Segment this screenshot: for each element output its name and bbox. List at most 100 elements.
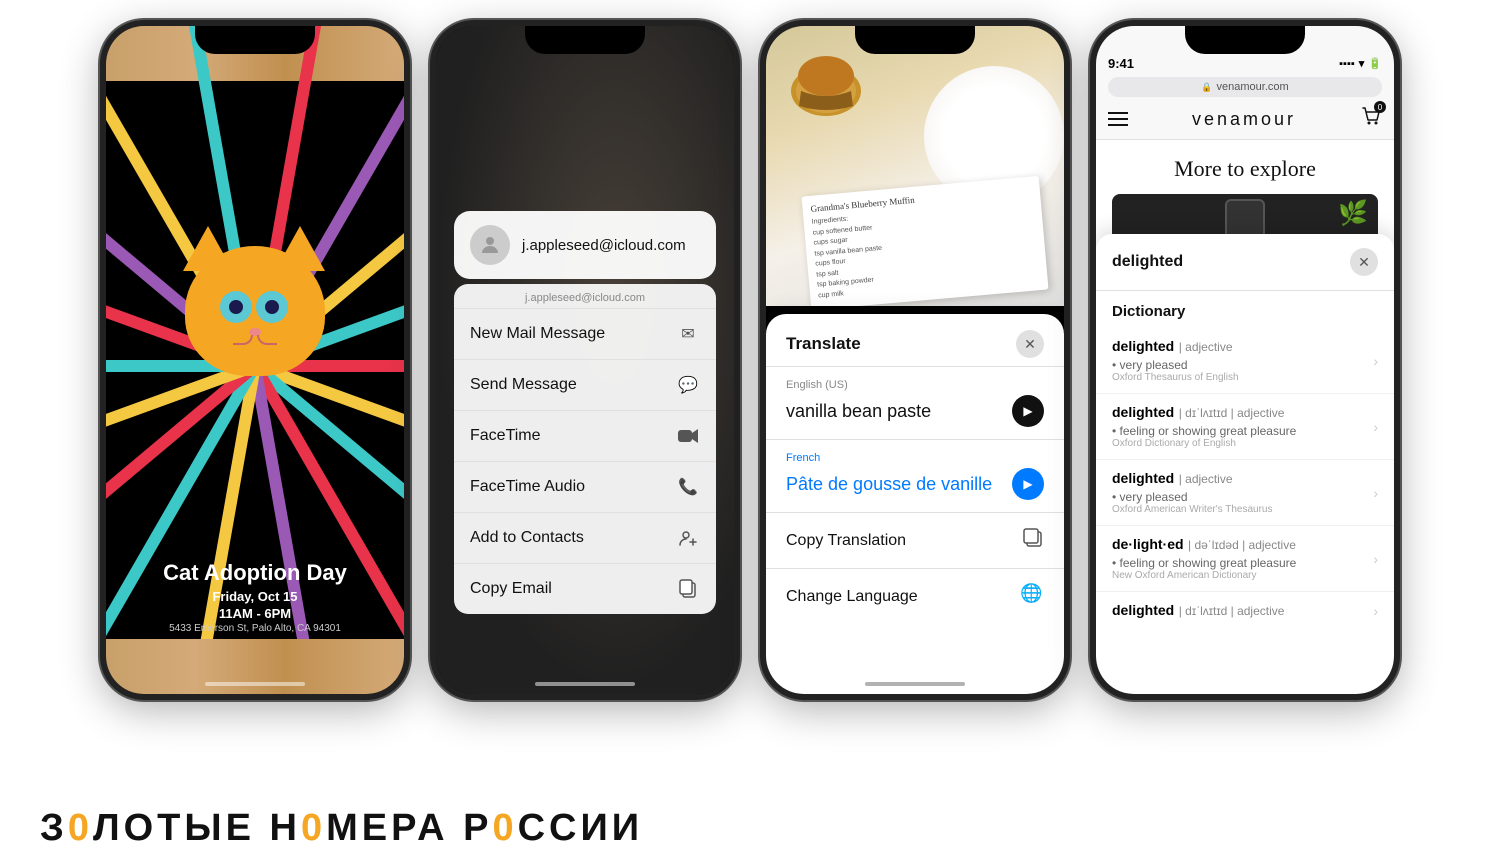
cat-pupil-right (265, 300, 279, 314)
russian-lotye: ЛОТЫЕ Н (93, 807, 301, 849)
play-source-button[interactable]: ▶ (1012, 395, 1044, 427)
russian-mera: МЕРА Р (326, 807, 492, 849)
dictionary-close-button[interactable]: ✕ (1350, 248, 1378, 276)
contact-email: j.appleseed@icloud.com (522, 237, 686, 254)
menu-label-copy-email: Copy Email (470, 580, 552, 598)
browser-nav: venamour 0 (1108, 97, 1382, 133)
copy-translation-icon (1022, 527, 1044, 554)
url-text: venamour.com (1217, 81, 1289, 93)
play-target-button[interactable]: ▶ (1012, 468, 1044, 500)
dictionary-header: delighted ✕ (1096, 234, 1394, 291)
phone1-frame: Cat Adoption Day Friday, Oct 15 11AM - 6… (100, 20, 410, 700)
chevron-icon-1: › (1373, 353, 1378, 369)
url-bar[interactable]: 🔒 venamour.com (1108, 77, 1382, 97)
change-language-icon: 🌐 (1020, 583, 1044, 610)
recipe-photo: Grandma's Blueberry Muffin Ingredients: … (766, 26, 1064, 306)
dictionary-popup: delighted ✕ Dictionary delighted | adjec… (1096, 234, 1394, 694)
menu-item-facetime[interactable]: FaceTime (454, 411, 716, 462)
dict-def-2: • feeling or showing great pleasure (1112, 424, 1296, 438)
dict-def-1: • very pleased (1112, 358, 1239, 372)
russian-0-3: 0 (492, 807, 517, 849)
dict-source-2: Oxford Dictionary of English (1112, 438, 1296, 449)
time-display: 9:41 (1108, 56, 1134, 71)
chevron-icon-2: › (1373, 419, 1378, 435)
phones-container: Cat Adoption Day Friday, Oct 15 11AM - 6… (0, 0, 1500, 795)
phone-icon: 📞 (676, 475, 700, 499)
lock-icon: 🔒 (1201, 82, 1212, 93)
menu-item-send-message[interactable]: Send Message 💬 (454, 360, 716, 411)
dict-entry-content-2: delighted | dɪˈlʌɪtɪd | adjective • feel… (1112, 404, 1296, 449)
phone2-frame: j.appleseed@icloud.com j.appleseed@iclou… (430, 20, 740, 700)
dict-word-3: delighted | adjective (1112, 470, 1272, 488)
change-language-row[interactable]: Change Language 🌐 (766, 568, 1064, 624)
chevron-icon-4: › (1373, 551, 1378, 567)
event-day: Friday, Oct 15 (106, 589, 404, 604)
translate-close-button[interactable]: ✕ (1016, 330, 1044, 358)
menu-item-new-mail[interactable]: New Mail Message ✉ (454, 309, 716, 360)
leaf-decoration: 🌿 (1338, 199, 1368, 228)
copy-translation-row[interactable]: Copy Translation (766, 512, 1064, 568)
signal-icon: ▪▪▪▪ (1339, 58, 1355, 70)
translate-title: Translate (786, 334, 861, 354)
cart-button[interactable]: 0 (1360, 105, 1382, 133)
chevron-icon-3: › (1373, 485, 1378, 501)
phone4-screen: 9:41 ▪▪▪▪ ▾ 🔋 🔒 venamour.com (1096, 26, 1394, 290)
bottom-banner: З0ЛОТЫЕ Н0МЕРА Р0ССИИ (0, 795, 1500, 862)
russian-ssii: ССИИ (518, 807, 644, 849)
cat-pupil-left (229, 300, 243, 314)
chevron-icon-5: › (1373, 603, 1378, 619)
russian-0-2: 0 (301, 807, 326, 849)
dict-def-4: • feeling or showing great pleasure (1112, 556, 1296, 570)
dict-entry-4[interactable]: de·light·ed | dəˈlɪdəd | adjective • fee… (1096, 526, 1394, 592)
wifi-icon: ▾ (1359, 57, 1365, 70)
dict-entry-3[interactable]: delighted | adjective • very pleased Oxf… (1096, 460, 1394, 526)
target-text-row: Pâte de gousse de vanille ▶ (766, 468, 1064, 512)
dict-source-4: New Oxford American Dictionary (1112, 570, 1296, 581)
russian-0-1: 0 (68, 807, 93, 849)
dict-entry-content-1: delighted | adjective • very pleased Oxf… (1112, 338, 1239, 383)
russian-z: З (40, 807, 68, 849)
event-address: 5433 Emerson St, Palo Alto, CA 94301 (106, 623, 404, 634)
lookup-word: delighted (1112, 253, 1183, 271)
add-contact-icon (676, 526, 700, 550)
dict-entry-2[interactable]: delighted | dɪˈlʌɪtɪd | adjective • feel… (1096, 394, 1394, 460)
site-logo: venamour (1192, 109, 1296, 130)
menu-label-facetime: FaceTime (470, 427, 541, 445)
translate-panel: Translate ✕ English (US) vanilla bean pa… (766, 314, 1064, 694)
source-text-row: vanilla bean paste ▶ (766, 395, 1064, 439)
recipe-card: Grandma's Blueberry Muffin Ingredients: … (801, 176, 1048, 306)
status-icons: ▪▪▪▪ ▾ 🔋 (1339, 57, 1382, 70)
status-bar-phone4: 9:41 ▪▪▪▪ ▾ 🔋 (1108, 56, 1382, 71)
dict-entry-content-4: de·light·ed | dəˈlɪdəd | adjective • fee… (1112, 536, 1296, 581)
event-info: Cat Adoption Day Friday, Oct 15 11AM - 6… (106, 561, 404, 634)
cat-mouth-right (257, 335, 277, 345)
dict-entry-1[interactable]: delighted | adjective • very pleased Oxf… (1096, 328, 1394, 394)
page-heading: More to explore (1112, 156, 1378, 182)
menu-item-add-contacts[interactable]: Add to Contacts (454, 513, 716, 564)
cat-eye-right (256, 291, 288, 323)
menu-email-header: j.appleseed@icloud.com (454, 284, 716, 309)
cart-badge: 0 (1374, 101, 1386, 113)
recipe-ingredients: Ingredients: cup softened butter cups su… (811, 198, 1039, 301)
source-text: vanilla bean paste (786, 401, 931, 422)
dict-def-3: • very pleased (1112, 490, 1272, 504)
translate-header: Translate ✕ (766, 314, 1064, 367)
home-indicator-2 (535, 682, 635, 686)
menu-item-copy-email[interactable]: Copy Email (454, 564, 716, 614)
source-language: English (US) (766, 367, 1064, 395)
russian-text: З0ЛОТЫЕ Н0МЕРА Р0ССИИ (40, 807, 643, 850)
menu-item-facetime-audio[interactable]: FaceTime Audio 📞 (454, 462, 716, 513)
event-title: Cat Adoption Day (106, 561, 404, 585)
svg-text:🌐: 🌐 (1020, 583, 1042, 603)
phone4-frame: 9:41 ▪▪▪▪ ▾ 🔋 🔒 venamour.com (1090, 20, 1400, 700)
dict-source-3: Oxford American Writer's Thesaurus (1112, 504, 1272, 515)
event-time: 11AM - 6PM (106, 606, 404, 621)
dict-entry-5[interactable]: delighted | dɪˈlʌɪtɪd | adjective › (1096, 592, 1394, 630)
hamburger-menu-icon[interactable] (1108, 112, 1128, 126)
dict-word-1: delighted | adjective (1112, 338, 1239, 356)
muffin (781, 46, 871, 116)
change-language-label: Change Language (786, 588, 918, 606)
dictionary-body: Dictionary delighted | adjective • very … (1096, 291, 1394, 642)
contact-card: j.appleseed@icloud.com (454, 211, 716, 279)
target-language: French (766, 440, 1064, 468)
